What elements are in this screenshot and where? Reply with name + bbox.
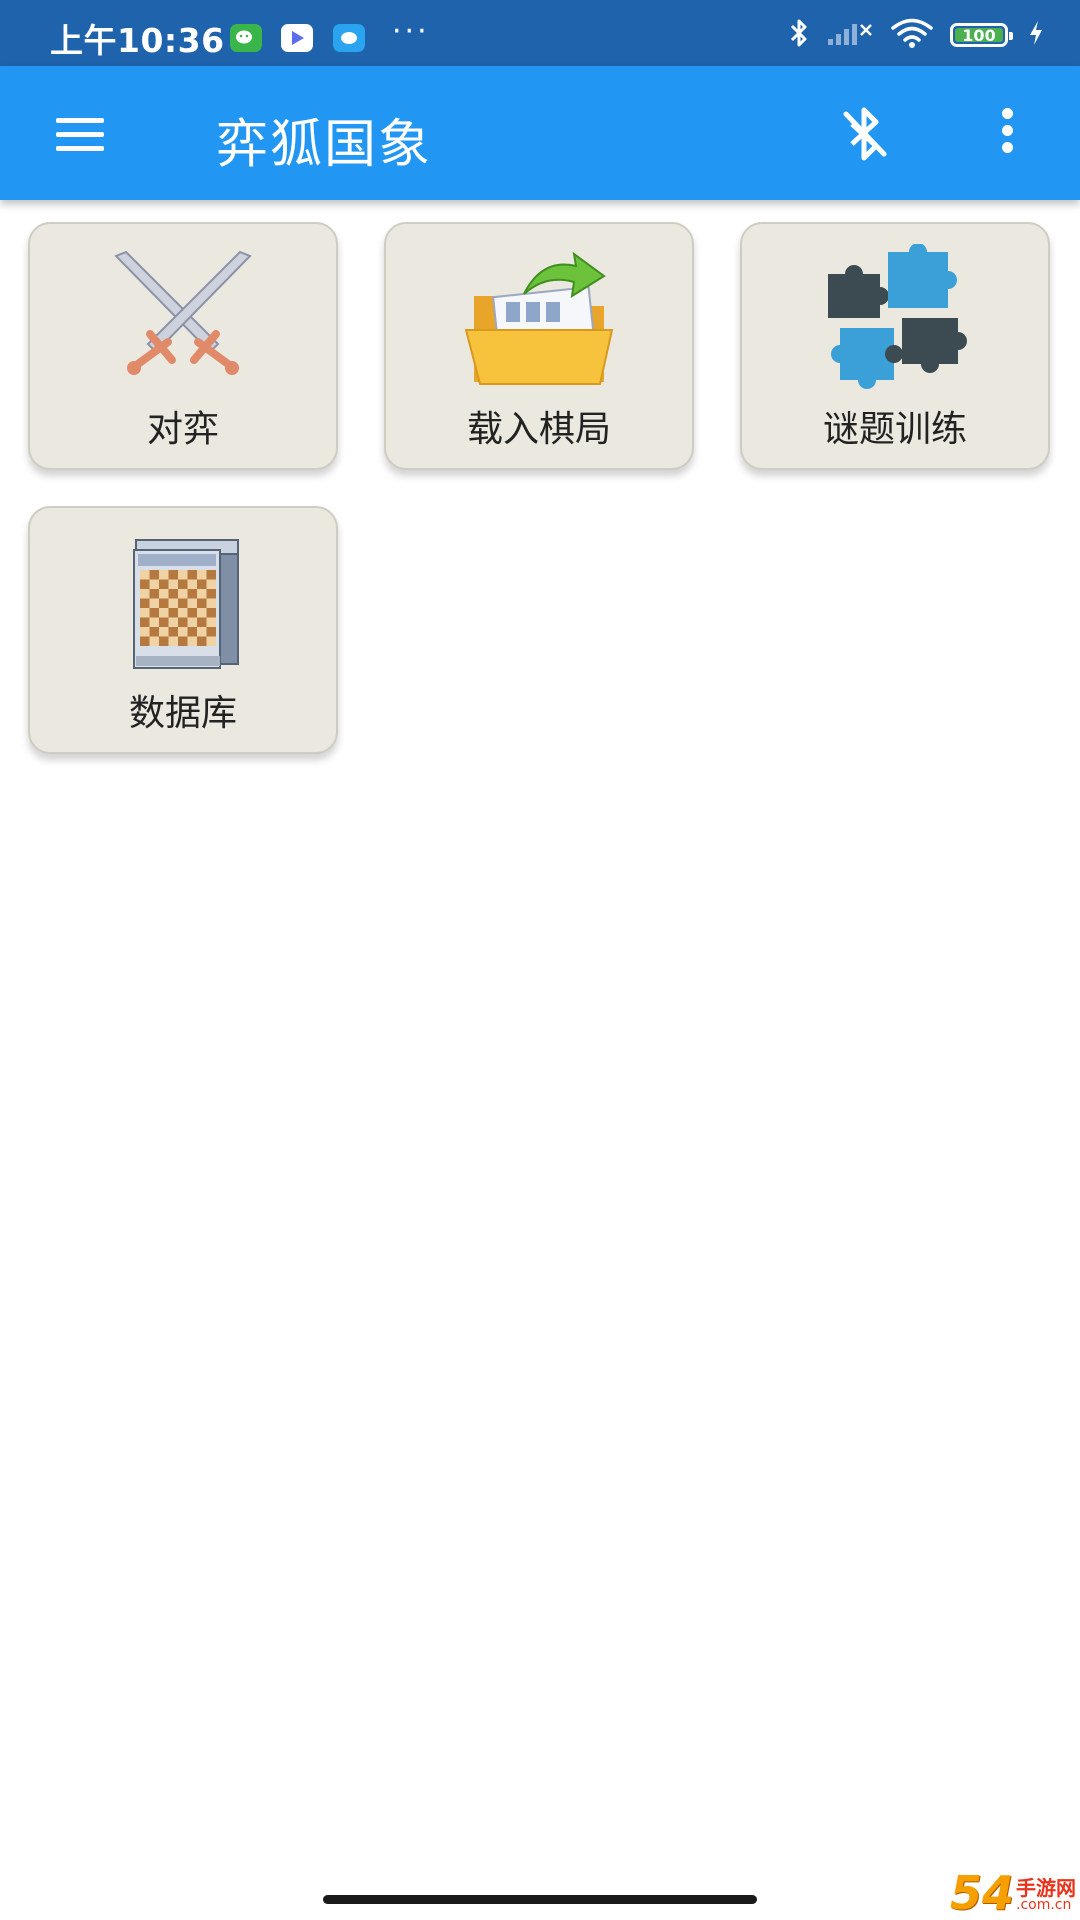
board-square <box>197 627 207 637</box>
board-square <box>197 589 207 599</box>
board-square <box>140 570 150 580</box>
board-square <box>178 608 188 618</box>
tile-label: 对弈 <box>146 409 219 450</box>
board-square <box>178 589 188 599</box>
board-square <box>168 570 178 580</box>
database-chessboard-icon <box>133 539 239 669</box>
board-square <box>187 608 197 618</box>
board-square <box>178 579 188 589</box>
overflow-menu-button[interactable] <box>990 102 1024 166</box>
board-square <box>140 636 150 646</box>
open-folder-icon <box>464 251 614 385</box>
video-app-icon <box>281 24 313 52</box>
board-square <box>159 589 169 599</box>
tile-puzzle-training[interactable]: 谜题训练 <box>740 222 1050 470</box>
board-square <box>187 627 197 637</box>
board-square <box>187 617 197 627</box>
board-square <box>159 598 169 608</box>
board-square <box>206 617 216 627</box>
tile-play[interactable]: 对弈 <box>28 222 338 470</box>
home-indicator[interactable] <box>323 1895 757 1904</box>
tile-label: 载入棋局 <box>466 409 611 450</box>
board-square <box>159 627 169 637</box>
puzzle-icon <box>828 244 967 389</box>
board-square <box>168 627 178 637</box>
board-square <box>197 636 207 646</box>
board-square <box>159 579 169 589</box>
board-square <box>206 608 216 618</box>
bluetooth-off-icon <box>843 107 887 161</box>
menu-button[interactable] <box>48 106 112 162</box>
board-square <box>159 617 169 627</box>
board-square <box>187 589 197 599</box>
board-square <box>149 608 159 618</box>
watermark-logo: 54 手游网 .com.cn <box>950 1870 1076 1916</box>
board-square <box>187 636 197 646</box>
tile-label: 谜题训练 <box>822 409 967 450</box>
board-square <box>178 627 188 637</box>
board-square <box>149 589 159 599</box>
board-square <box>149 617 159 627</box>
board-square <box>149 636 159 646</box>
board-square <box>206 589 216 599</box>
board-square <box>206 570 216 580</box>
more-notifications: ··· <box>392 14 430 49</box>
board-square <box>149 598 159 608</box>
board-square <box>206 579 216 589</box>
board-square <box>149 570 159 580</box>
board-square <box>149 579 159 589</box>
app-bar: 弈狐国象 <box>0 66 1080 200</box>
bluetooth-button[interactable] <box>832 102 896 166</box>
board-square <box>140 579 150 589</box>
board-square <box>168 636 178 646</box>
page-title: 弈狐国象 <box>216 115 433 175</box>
board-square <box>206 627 216 637</box>
board-square <box>197 579 207 589</box>
board-square <box>187 598 197 608</box>
battery-icon: 100 <box>950 23 1013 47</box>
board-square <box>168 579 178 589</box>
battery-level: 100 <box>962 25 996 45</box>
board-square <box>140 617 150 627</box>
charging-icon <box>1028 19 1044 51</box>
board-square <box>159 608 169 618</box>
board-square <box>206 636 216 646</box>
board-square <box>178 570 188 580</box>
board-square <box>197 608 207 618</box>
board-square <box>140 627 150 637</box>
board-square <box>197 570 207 580</box>
board-square <box>168 617 178 627</box>
board-square <box>197 617 207 627</box>
overflow-menu-icon <box>990 108 1024 153</box>
status-bar: 上午10:36 ··· 100 <box>0 0 1080 66</box>
board-square <box>159 570 169 580</box>
board-square <box>159 636 169 646</box>
board-square <box>206 598 216 608</box>
tile-database[interactable]: 数据库 <box>28 506 338 754</box>
signal-icon <box>826 19 874 51</box>
board-square <box>168 589 178 599</box>
tile-load-game[interactable]: 载入棋局 <box>384 222 694 470</box>
board-square <box>140 598 150 608</box>
tile-label: 数据库 <box>128 693 237 734</box>
board-square <box>140 608 150 618</box>
board-square <box>178 617 188 627</box>
status-time: 上午10:36 <box>50 21 225 60</box>
crossed-swords-icon <box>114 250 252 375</box>
watermark-small: 手游网 .com.cn <box>1016 1876 1076 1913</box>
message-app-icon <box>333 24 365 52</box>
board-square <box>197 598 207 608</box>
board-square <box>140 589 150 599</box>
wifi-icon <box>890 17 934 53</box>
board-square <box>187 579 197 589</box>
board-square <box>178 636 188 646</box>
board-square <box>168 608 178 618</box>
board-square <box>178 598 188 608</box>
board-square <box>168 598 178 608</box>
wechat-icon <box>230 24 262 52</box>
watermark-text: 54 <box>949 1866 1014 1920</box>
board-square <box>187 570 197 580</box>
board-square <box>149 627 159 637</box>
bluetooth-icon <box>788 17 810 53</box>
